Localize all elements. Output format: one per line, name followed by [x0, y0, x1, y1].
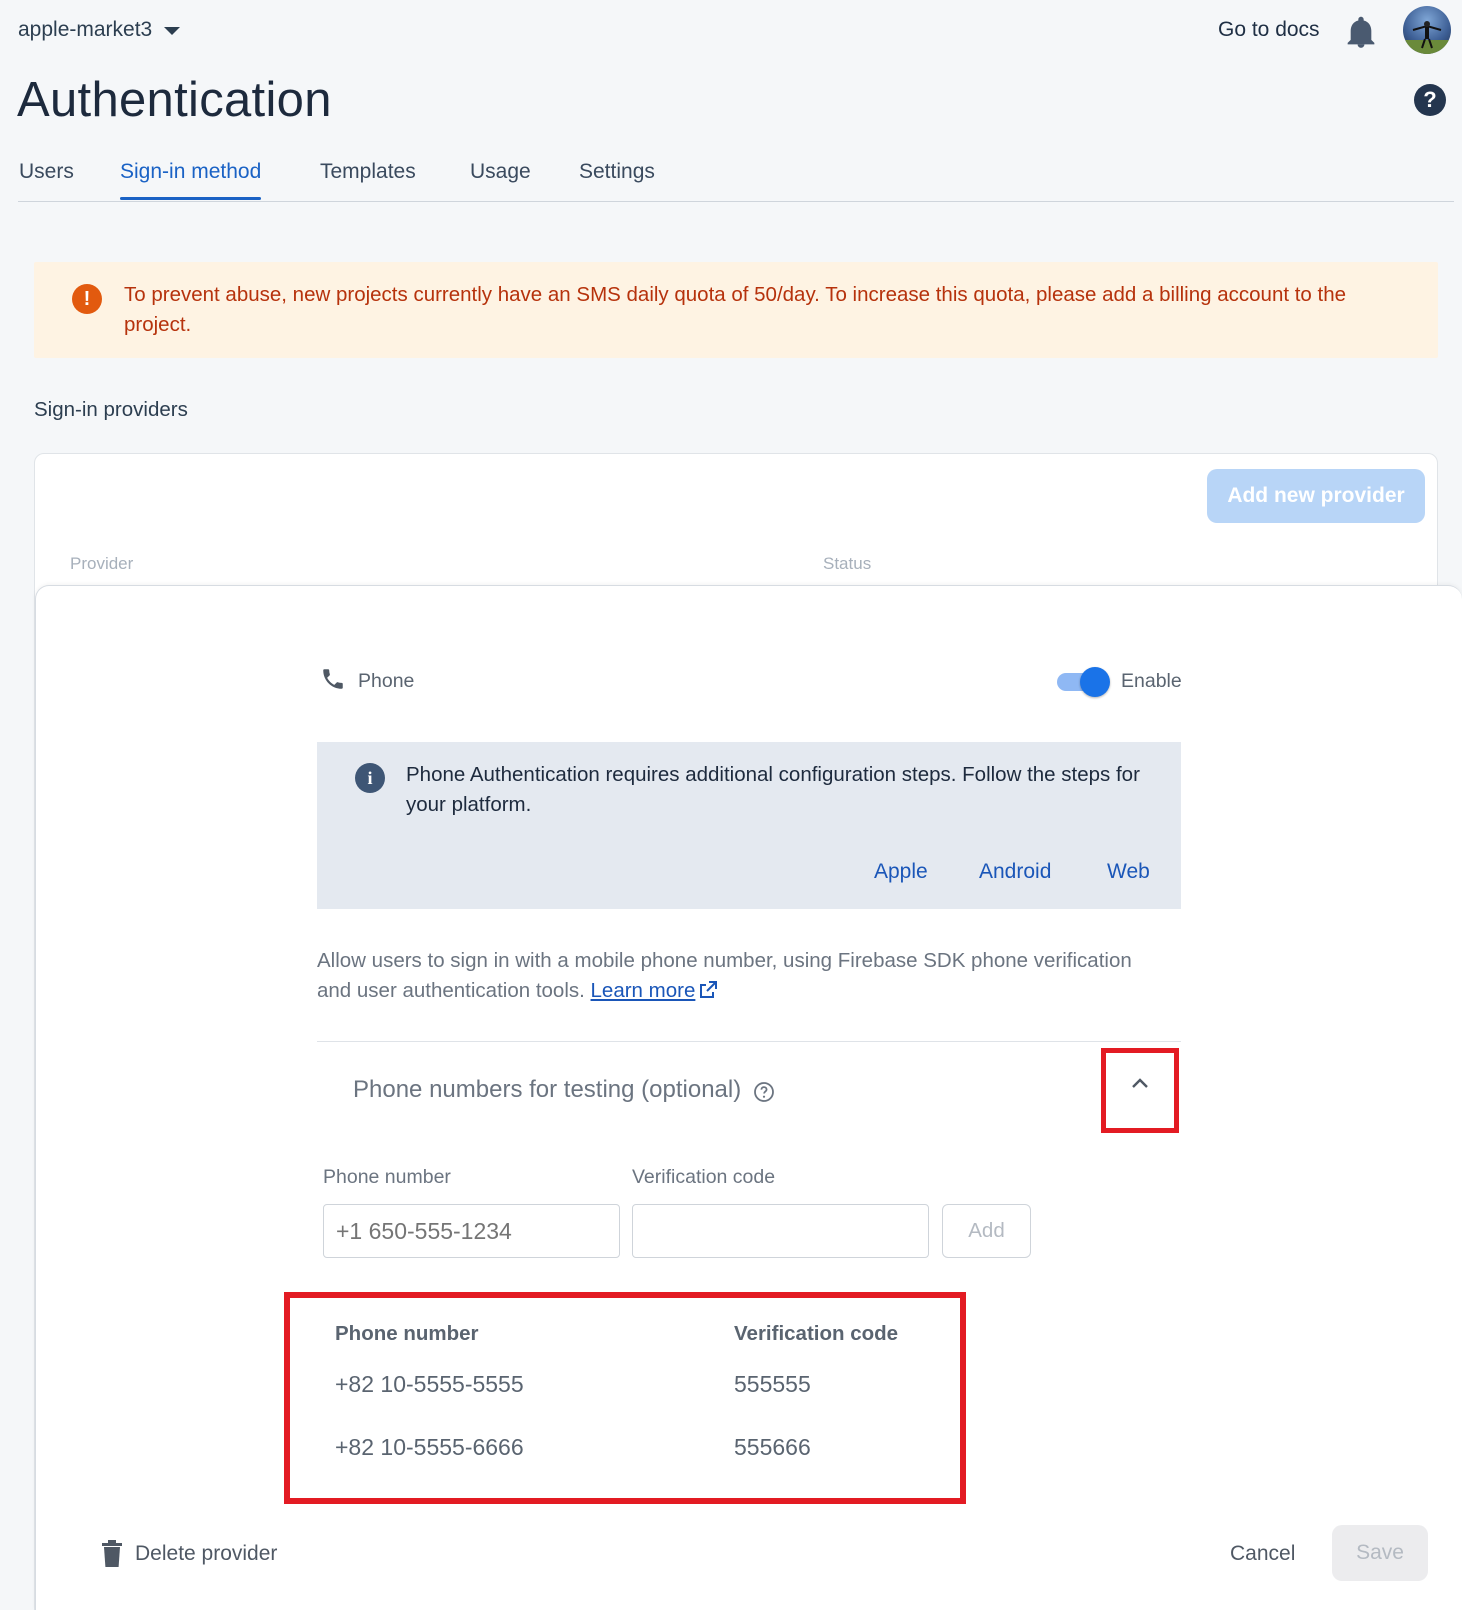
tab-bar: Users Sign-in method Templates Usage Set… [18, 150, 1454, 202]
table-row-phone: +82 10-5555-6666 [335, 1434, 524, 1460]
config-info-text: Phone Authentication requires additional… [406, 763, 1140, 816]
project-selector[interactable]: apple-market3 [18, 18, 181, 42]
platform-link-web[interactable]: Web [1107, 860, 1150, 884]
trash-icon [102, 1540, 122, 1567]
save-button[interactable]: Save [1332, 1525, 1428, 1581]
config-info-box: i Phone Authentication requires addition… [317, 742, 1181, 909]
section-divider [317, 1041, 1181, 1042]
platform-link-apple[interactable]: Apple [874, 860, 928, 884]
verification-code-input[interactable] [632, 1204, 929, 1258]
avatar[interactable] [1403, 6, 1451, 54]
warning-text: To prevent abuse, new projects currently… [124, 283, 1347, 336]
description-text: Allow users to sign in with a mobile pho… [317, 949, 1132, 1002]
status-column-header: Status [823, 554, 872, 573]
phone-icon [320, 666, 346, 697]
sign-in-providers-heading: Sign-in providers [34, 398, 188, 421]
add-test-number-button[interactable]: Add [942, 1204, 1031, 1258]
page-title: Authentication [17, 73, 332, 127]
table-row-phone: +82 10-5555-5555 [335, 1371, 524, 1397]
phone-description: Allow users to sign in with a mobile pho… [317, 946, 1167, 1009]
table-row-code: 555666 [734, 1434, 811, 1460]
go-to-docs-link[interactable]: Go to docs [1218, 18, 1320, 42]
project-name: apple-market3 [18, 18, 153, 41]
table-header-code: Verification code [734, 1322, 899, 1345]
external-link-icon [698, 979, 718, 1009]
bell-icon[interactable] [1346, 15, 1376, 54]
provider-name: Phone [358, 670, 415, 692]
chevron-down-icon [164, 27, 181, 35]
delete-provider-button[interactable]: Delete provider [101, 1540, 277, 1568]
help-icon[interactable]: ? [1414, 84, 1446, 116]
delete-provider-label: Delete provider [135, 1542, 278, 1565]
info-icon: i [355, 763, 385, 793]
testing-section-title: Phone numbers for testing (optional) [353, 1076, 742, 1103]
alert-icon: ! [72, 284, 102, 314]
tab-users[interactable]: Users [19, 160, 74, 200]
learn-more-link[interactable]: Learn more [591, 979, 696, 1002]
cancel-button[interactable]: Cancel [1230, 1542, 1295, 1566]
toggle-knob [1080, 667, 1110, 697]
provider-column-header: Provider [70, 554, 134, 573]
tab-settings[interactable]: Settings [579, 160, 655, 200]
table-header-phone: Phone number [335, 1322, 479, 1345]
platform-link-android[interactable]: Android [979, 860, 1051, 884]
enable-toggle[interactable] [1055, 666, 1110, 697]
table-row-code: 555555 [734, 1371, 811, 1397]
tab-usage[interactable]: Usage [470, 160, 531, 200]
phone-number-input[interactable] [323, 1204, 620, 1258]
tab-sign-in-method[interactable]: Sign-in method [120, 160, 262, 200]
collapse-highlight-box [1101, 1048, 1179, 1133]
sms-quota-warning: ! To prevent abuse, new projects current… [34, 262, 1438, 358]
tab-templates[interactable]: Templates [320, 160, 416, 200]
verification-code-label: Verification code [632, 1166, 776, 1188]
phone-number-label: Phone number [323, 1166, 451, 1188]
enable-label: Enable [1121, 670, 1182, 692]
add-new-provider-button[interactable]: Add new provider [1207, 469, 1425, 523]
help-outline-icon[interactable] [753, 1081, 775, 1108]
